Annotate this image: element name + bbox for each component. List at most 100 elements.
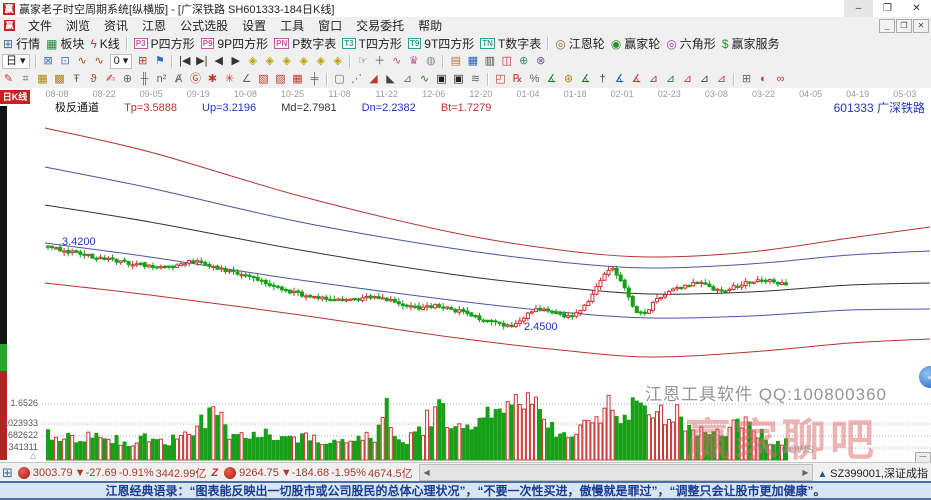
kline-button[interactable]: ϟK线 <box>90 35 119 52</box>
diamond-nav-in-icon[interactable]: ◈ <box>312 54 329 69</box>
crosshair-tool[interactable]: ＋ <box>371 54 388 69</box>
black-box2-tool[interactable]: ▣ <box>450 72 467 87</box>
diamond-nav-right-icon[interactable]: ◈ <box>261 54 278 69</box>
fan-lines-tool[interactable]: ⋰ <box>348 72 365 87</box>
crown-icon[interactable]: ♛ <box>405 54 422 69</box>
gann-grid-gold-tool[interactable]: ▦ <box>34 72 51 87</box>
next-bar-button[interactable]: ▶ <box>227 54 244 69</box>
szse-index-icon[interactable] <box>224 467 236 479</box>
person-pen-tool[interactable]: ✍ <box>102 72 119 87</box>
spiral-tool[interactable]: ϑ <box>85 72 102 87</box>
n-square-tool[interactable]: n² <box>153 72 170 87</box>
p-square-button[interactable]: P3P四方形 <box>134 35 195 52</box>
last-bar-button[interactable]: ▶| <box>193 54 210 69</box>
zigzag-down-icon[interactable]: ∿ <box>91 54 108 69</box>
red-grid-tool[interactable]: ▦ <box>289 72 306 87</box>
zigzag-up-icon[interactable]: ∿ <box>74 54 91 69</box>
center-line-tool[interactable]: ╪ <box>306 72 323 87</box>
overlay-count-dropdown[interactable]: 0 ▾ <box>110 54 133 69</box>
burst-tool[interactable]: ✳ <box>221 72 238 87</box>
grid-window-icon[interactable]: ⊞ <box>134 54 151 69</box>
box-tool[interactable]: ▢ <box>331 72 348 87</box>
maximize-button[interactable]: ❐ <box>873 0 902 17</box>
stairs-green-tool[interactable]: ∡ <box>543 72 560 87</box>
a-pen-tool[interactable]: Ⱥ <box>170 72 187 87</box>
mdi-minimize-button[interactable]: _ <box>879 19 895 33</box>
minimize-button[interactable]: – <box>844 0 873 17</box>
stairs-green2-tool[interactable]: ∡ <box>577 72 594 87</box>
calendar-icon[interactable]: ▤ <box>447 54 464 69</box>
t-line-tool[interactable]: Ŧ <box>68 72 85 87</box>
report-icon[interactable]: ▥ <box>481 54 498 69</box>
angle-line3-tool[interactable]: ⊿ <box>679 72 696 87</box>
red-band2-tool[interactable]: ▨ <box>272 72 289 87</box>
menu-item-9[interactable]: 帮助 <box>411 17 449 34</box>
ladder-red-tool[interactable]: ∡ <box>628 72 645 87</box>
ladder-blue-tool[interactable]: ∡ <box>611 72 628 87</box>
percent-tool[interactable]: % <box>526 72 543 87</box>
quotes-button[interactable]: ⊞行情 <box>3 35 40 52</box>
menu-item-8[interactable]: 交易委托 <box>349 17 411 34</box>
knife-tool[interactable]: † <box>594 72 611 87</box>
angle-line2-tool[interactable]: ⊿ <box>662 72 679 87</box>
single-window-icon[interactable]: ⊡ <box>57 54 74 69</box>
kline-period-badge[interactable]: 日K线 <box>0 90 30 104</box>
hand-tool[interactable]: ☞ <box>354 54 371 69</box>
sz-index-value[interactable]: 9264.75 <box>239 467 279 479</box>
winner-service-button[interactable]: $赢家服务 <box>722 35 780 52</box>
scroll-right-button[interactable]: ▶ <box>798 468 812 477</box>
scroll-left-button[interactable]: ◀ <box>420 468 434 477</box>
grid-table-tool[interactable]: ⊞ <box>738 72 755 87</box>
9p-square-button[interactable]: P99P四方形 <box>201 35 268 52</box>
sse-index-icon[interactable] <box>18 467 30 479</box>
menu-item-2[interactable]: 资讯 <box>97 17 135 34</box>
t-square-button[interactable]: T3T四方形 <box>342 35 402 52</box>
menu-item-1[interactable]: 浏览 <box>59 17 97 34</box>
diamond-nav-out-icon[interactable]: ◈ <box>329 54 346 69</box>
gann-grid-gold2-tool[interactable]: ▩ <box>51 72 68 87</box>
menu-item-6[interactable]: 工具 <box>273 17 311 34</box>
fan-grid-red-tool[interactable]: ◢ <box>365 72 382 87</box>
diamond-nav-up-icon[interactable]: ◈ <box>278 54 295 69</box>
angle-pen-tool[interactable]: ⊿ <box>399 72 416 87</box>
horizontal-scrollbar[interactable]: ◀ ▶ <box>419 464 814 481</box>
star-tool[interactable]: ✱ <box>204 72 221 87</box>
menu-item-0[interactable]: 文件 <box>21 17 59 34</box>
infinity-tool[interactable]: ∞ <box>772 72 789 87</box>
chart-area[interactable]: 08-0808-2209-0509-1910-0810-2511-0811-22… <box>0 88 931 462</box>
k-angle-tool[interactable]: ∠ <box>238 72 255 87</box>
gann-ee-tool[interactable]: ◰ <box>492 72 509 87</box>
t-table-button[interactable]: TNT数字表 <box>480 35 541 52</box>
ruler-grid-tool[interactable]: ╫ <box>136 72 153 87</box>
black-box-tool[interactable]: ▣ <box>433 72 450 87</box>
mdi-close-button[interactable]: ✕ <box>913 19 929 33</box>
angle-line5-tool[interactable]: ⊿ <box>713 72 730 87</box>
hexagon-button[interactable]: ◎六角形 <box>666 35 716 52</box>
menu-item-4[interactable]: 公式选股 <box>173 17 235 34</box>
gann-wheel-button[interactable]: ◎江恩轮 <box>555 35 605 52</box>
menu-item-7[interactable]: 窗口 <box>311 17 349 34</box>
cart-icon[interactable]: ⊕ <box>515 54 532 69</box>
winner-wheel-button[interactable]: ◉赢家轮 <box>611 35 661 52</box>
flag-icon[interactable]: ⚑ <box>151 54 168 69</box>
car-icon[interactable]: ⊗ <box>532 54 549 69</box>
diamond-nav-down-icon[interactable]: ◈ <box>295 54 312 69</box>
pie-tool[interactable]: ◐ <box>755 72 772 87</box>
binocular-icon[interactable]: ◍ <box>422 54 439 69</box>
9t-square-button[interactable]: T99T四方形 <box>408 35 474 52</box>
angle-line1-tool[interactable]: ⊿ <box>645 72 662 87</box>
sh-index-value[interactable]: 3003.79 <box>33 467 73 479</box>
wave-pointer-tool[interactable]: ∿ <box>388 54 405 69</box>
mdi-restore-button[interactable]: ❐ <box>896 19 912 33</box>
menu-item-3[interactable]: 江恩 <box>135 17 173 34</box>
red-band-tool[interactable]: ▧ <box>255 72 272 87</box>
prev-bar-button[interactable]: ◀ <box>210 54 227 69</box>
p-table-button[interactable]: PNP数字表 <box>274 35 336 52</box>
sectors-button[interactable]: ▦板块 <box>46 35 84 52</box>
wheel-gold-tool[interactable]: ⊛ <box>560 72 577 87</box>
circle-span-tool[interactable]: ⊕ <box>119 72 136 87</box>
keyboard-grid-icon[interactable]: ⊞ <box>2 465 13 481</box>
g-circle-tool[interactable]: Ⓖ <box>187 72 204 87</box>
pen-tool[interactable]: ✎ <box>0 72 17 87</box>
fan-grid-dark-tool[interactable]: ◣ <box>382 72 399 87</box>
